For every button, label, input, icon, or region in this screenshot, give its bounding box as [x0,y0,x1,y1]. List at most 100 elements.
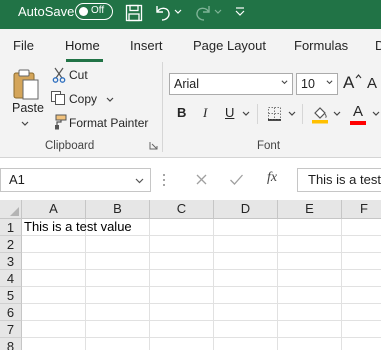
row-header-2[interactable]: 2 [0,236,22,253]
cell-f7[interactable] [342,321,381,338]
cell-e3[interactable] [278,253,342,270]
cell-d4[interactable] [214,270,278,287]
underline-dropdown-icon[interactable] [242,110,250,118]
undo-dropdown-icon[interactable] [174,8,182,16]
cell-f4[interactable] [342,270,381,287]
clipboard-launcher-icon[interactable] [149,141,158,150]
cell-a4[interactable] [22,270,86,287]
bold-button[interactable]: B [177,105,186,121]
tab-formulas[interactable]: Formulas [294,38,348,53]
cell-b5[interactable] [86,287,150,304]
name-box-dropdown-icon[interactable] [135,177,144,185]
font-family-select[interactable]: Arial [169,73,293,95]
cell-a3[interactable] [22,253,86,270]
cell-f3[interactable] [342,253,381,270]
column-header-f[interactable]: F [342,200,381,219]
cell-e4[interactable] [278,270,342,287]
column-header-b[interactable]: B [86,200,150,219]
cell-f6[interactable] [342,304,381,321]
cell-c1[interactable] [150,219,214,236]
more-options-icon[interactable] [162,172,166,188]
cell-a6[interactable] [22,304,86,321]
row-header-7[interactable]: 7 [0,321,22,338]
column-header-d[interactable]: D [214,200,278,219]
tab-file[interactable]: File [13,38,34,53]
row-header-1[interactable]: 1 [0,219,22,236]
copy-label[interactable]: Copy [69,92,97,106]
cell-c3[interactable] [150,253,214,270]
insert-function-icon[interactable]: fx [267,170,277,186]
row-header-8[interactable]: 8 [0,338,22,350]
cell-e6[interactable] [278,304,342,321]
cell-f8[interactable] [342,338,381,350]
underline-button[interactable]: U [225,105,234,121]
fill-color-icon[interactable] [311,104,329,124]
cell-b2[interactable] [86,236,150,253]
shrink-font-button[interactable]: A [367,75,377,93]
row-header-4[interactable]: 4 [0,270,22,287]
cell-a7[interactable] [22,321,86,338]
column-header-e[interactable]: E [278,200,342,219]
cell-c6[interactable] [150,304,214,321]
copy-icon[interactable] [50,90,66,106]
format-painter-label[interactable]: Format Painter [69,116,148,130]
tab-data[interactable]: D [375,38,381,53]
row-header-3[interactable]: 3 [0,253,22,270]
cell-e5[interactable] [278,287,342,304]
borders-dropdown-icon[interactable] [288,110,296,118]
cell-d5[interactable] [214,287,278,304]
cell-b8[interactable] [86,338,150,350]
paste-dropdown-icon[interactable] [21,120,29,128]
cell-c8[interactable] [150,338,214,350]
italic-button[interactable]: I [203,105,207,121]
cell-d6[interactable] [214,304,278,321]
cell-f1[interactable] [342,219,381,236]
tab-page-layout[interactable]: Page Layout [193,38,266,53]
cell-d2[interactable] [214,236,278,253]
column-header-c[interactable]: C [150,200,214,219]
font-color-button[interactable]: A [353,103,363,120]
tab-home[interactable]: Home [65,38,100,53]
cell-e7[interactable] [278,321,342,338]
borders-icon[interactable] [267,106,282,121]
cell-f2[interactable] [342,236,381,253]
column-header-a[interactable]: A [22,200,86,219]
redo-dropdown-icon[interactable] [214,8,222,16]
formula-input[interactable]: This is a test value [297,168,381,192]
cell-a5[interactable] [22,287,86,304]
redo-icon[interactable] [192,2,214,24]
name-box[interactable]: A1 [0,168,151,192]
cell-a1[interactable]: This is a test value [22,219,132,236]
cell-e2[interactable] [278,236,342,253]
copy-dropdown-icon[interactable] [106,96,114,104]
enter-icon[interactable] [229,173,244,186]
cell-c7[interactable] [150,321,214,338]
cancel-icon[interactable] [195,173,208,186]
save-icon[interactable] [124,2,144,24]
cell-e1[interactable] [278,219,342,236]
undo-icon[interactable] [152,2,174,24]
row-header-5[interactable]: 5 [0,287,22,304]
font-color-dropdown-icon[interactable] [372,110,380,118]
cell-b3[interactable] [86,253,150,270]
cell-a8[interactable] [22,338,86,350]
autosave-toggle[interactable]: Off [75,3,113,20]
cell-a2[interactable] [22,236,86,253]
cell-b4[interactable] [86,270,150,287]
cell-c5[interactable] [150,287,214,304]
tab-insert[interactable]: Insert [130,38,163,53]
paste-icon[interactable] [11,68,41,100]
customize-qat-icon[interactable] [234,6,246,18]
cell-d7[interactable] [214,321,278,338]
cell-b6[interactable] [86,304,150,321]
cell-e8[interactable] [278,338,342,350]
cell-f5[interactable] [342,287,381,304]
cell-d1[interactable] [214,219,278,236]
font-size-select[interactable]: 10 [296,73,338,95]
cell-c4[interactable] [150,270,214,287]
cell-d8[interactable] [214,338,278,350]
cell-c2[interactable] [150,236,214,253]
grow-font-button[interactable]: A [343,73,354,93]
format-painter-icon[interactable] [51,114,67,130]
cell-d3[interactable] [214,253,278,270]
